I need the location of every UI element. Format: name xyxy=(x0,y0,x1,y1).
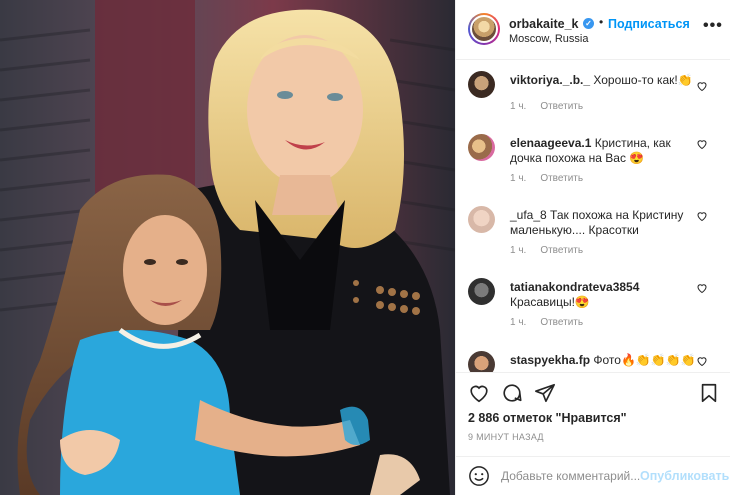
like-comment-heart-icon[interactable] xyxy=(696,80,708,92)
verified-badge-icon: ✓ xyxy=(583,18,594,29)
author-avatar[interactable] xyxy=(468,13,500,45)
comment-item: tatianakondrateva3854 Красавицы!😍 1 ч. От… xyxy=(456,268,730,340)
comment-time: 1 ч. xyxy=(510,101,527,112)
commenter-username[interactable]: staspyekha.fp xyxy=(510,353,590,367)
save-bookmark-icon[interactable] xyxy=(698,382,720,404)
comment-text: Хорошо-то как!👏 xyxy=(593,73,693,87)
commenter-username[interactable]: elenaageeva.1 xyxy=(510,136,591,150)
comment-meta: 1 ч. Ответить xyxy=(510,173,597,184)
reply-button[interactable]: Ответить xyxy=(540,245,583,256)
comments-list[interactable]: viktoriya._.b._ Хорошо-то как!👏 1 ч. Отве… xyxy=(456,61,730,372)
reply-button[interactable]: Ответить xyxy=(540,317,583,328)
author-username[interactable]: orbakaite_k xyxy=(509,17,578,31)
comment-text: Красавицы!😍 xyxy=(510,295,590,309)
separator-dot: • xyxy=(599,15,604,29)
comment-item: staspyekha.fp Фото🔥👏👏👏👏 xyxy=(456,341,730,372)
comment-time: 1 ч. xyxy=(510,245,527,256)
share-send-icon[interactable] xyxy=(534,382,556,404)
post-image xyxy=(0,0,455,495)
comment-body: viktoriya._.b._ Хорошо-то как!👏 xyxy=(510,73,700,88)
like-comment-heart-icon[interactable] xyxy=(696,138,708,150)
commenter-avatar[interactable] xyxy=(468,134,495,161)
commenter-avatar[interactable] xyxy=(468,278,495,305)
commenter-avatar[interactable] xyxy=(468,71,495,98)
comment-body: staspyekha.fp Фото🔥👏👏👏👏 xyxy=(510,353,700,368)
follow-button[interactable]: Подписаться xyxy=(608,17,690,31)
likes-count[interactable]: 2 886 отметок "Нравится" xyxy=(468,411,627,425)
comment-meta: 1 ч. Ответить xyxy=(510,101,597,112)
post-photo[interactable] xyxy=(0,0,455,495)
commenter-username[interactable]: _ufa_8 xyxy=(510,208,547,222)
comment-item: elenaageeva.1 Кристина, как дочка похожа… xyxy=(456,124,730,196)
like-comment-heart-icon[interactable] xyxy=(696,282,708,294)
comment-bubble-icon[interactable] xyxy=(501,382,523,404)
like-heart-icon[interactable] xyxy=(468,382,490,404)
commenter-avatar[interactable] xyxy=(468,351,495,372)
post-actions: 2 886 отметок "Нравится" 9 МИНУТ НАЗАД О… xyxy=(456,372,730,495)
post-header: orbakaite_k ✓ • Подписаться Moscow, Russ… xyxy=(456,0,730,60)
comment-time: 1 ч. xyxy=(510,317,527,328)
commenter-avatar[interactable] xyxy=(468,206,495,233)
add-comment-bar: Опубликовать xyxy=(456,456,730,495)
post-side-panel: orbakaite_k ✓ • Подписаться Moscow, Russ… xyxy=(455,0,730,495)
reply-button[interactable]: Ответить xyxy=(540,101,583,112)
more-options-icon[interactable]: ••• xyxy=(703,17,723,35)
comment-body: tatianakondrateva3854 Красавицы!😍 xyxy=(510,280,700,310)
commenter-username[interactable]: tatianakondrateva3854 xyxy=(510,280,639,294)
post-timestamp: 9 МИНУТ НАЗАД xyxy=(468,432,544,442)
post-location[interactable]: Moscow, Russia xyxy=(509,33,588,45)
comment-text: Фото🔥👏👏👏👏 xyxy=(593,353,696,367)
comment-input[interactable] xyxy=(501,467,641,485)
comment-time: 1 ч. xyxy=(510,173,527,184)
commenter-username[interactable]: viktoriya._.b._ xyxy=(510,73,590,87)
comment-item: viktoriya._.b._ Хорошо-то как!👏 1 ч. Отве… xyxy=(456,61,730,133)
publish-button[interactable]: Опубликовать xyxy=(640,469,729,483)
like-comment-heart-icon[interactable] xyxy=(696,355,708,367)
comment-body: elenaageeva.1 Кристина, как дочка похожа… xyxy=(510,136,700,166)
comment-meta: 1 ч. Ответить xyxy=(510,245,597,256)
emoji-smile-icon[interactable] xyxy=(468,465,490,487)
comment-body: _ufa_8 Так похожа на Кристину маленькую.… xyxy=(510,208,700,238)
comment-meta: 1 ч. Ответить xyxy=(510,317,597,328)
comment-item: _ufa_8 Так похожа на Кристину маленькую.… xyxy=(456,196,730,268)
reply-button[interactable]: Ответить xyxy=(540,173,583,184)
like-comment-heart-icon[interactable] xyxy=(696,210,708,222)
